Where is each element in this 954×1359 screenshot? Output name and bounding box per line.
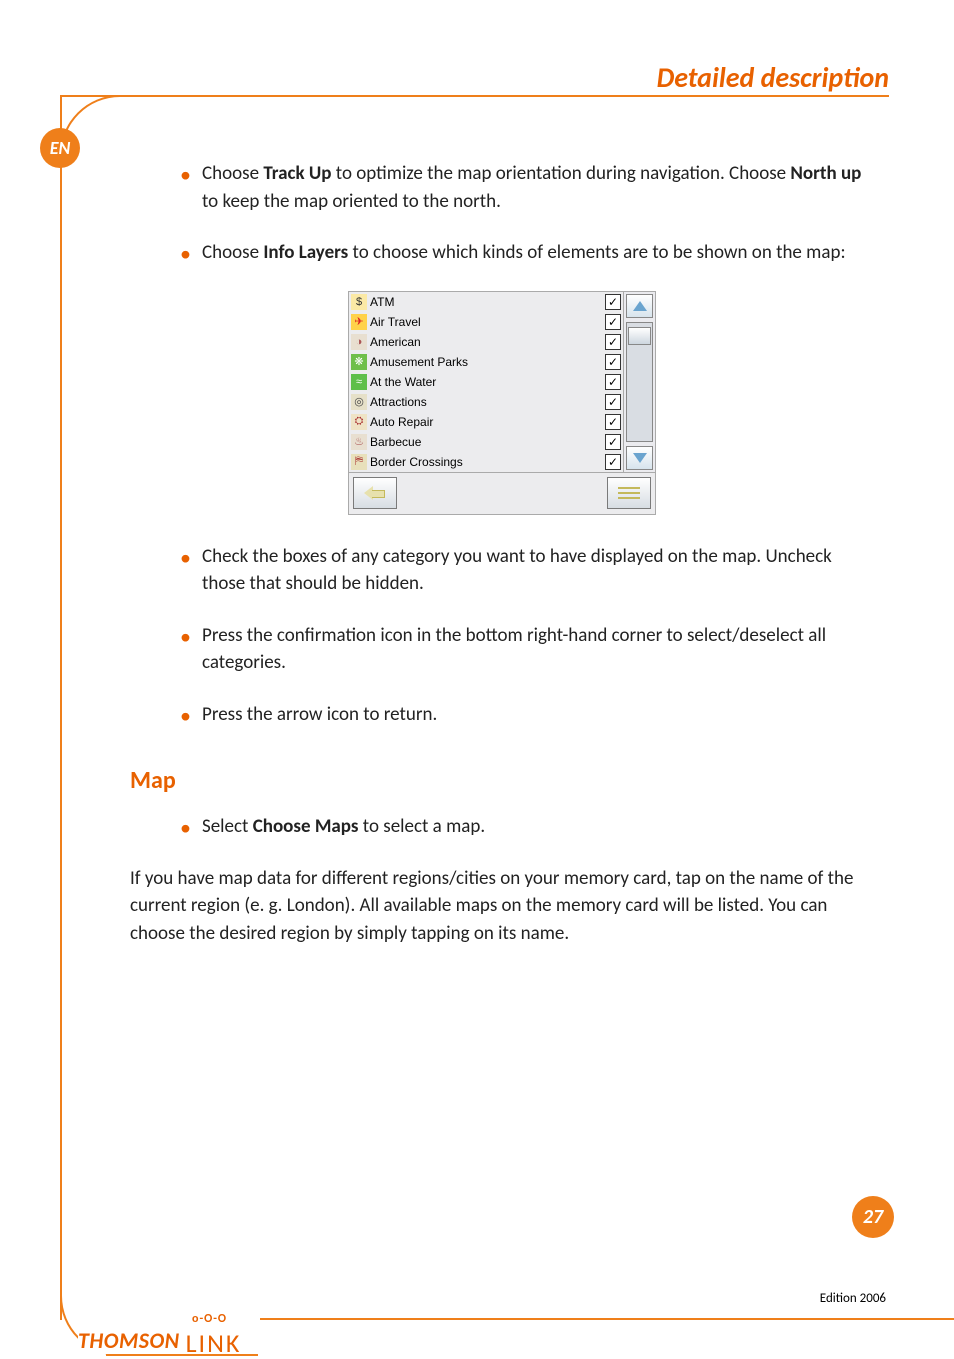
triangle-up-icon	[633, 301, 647, 311]
list-item: Choose Track Up to optimize the map orie…	[180, 160, 874, 215]
header-divider	[60, 95, 889, 97]
water-icon: ≈	[351, 374, 367, 390]
layer-row[interactable]: ≈At the Water✓	[349, 372, 623, 392]
bullet-list-mid: Check the boxes of any category you want…	[130, 543, 874, 729]
logo-suffix: LINK	[186, 1333, 242, 1354]
scrollbar	[623, 292, 655, 472]
auto-icon: ⛭	[351, 414, 367, 430]
logo-brand: THOMSON	[78, 1327, 180, 1354]
layer-label: Auto Repair	[370, 415, 605, 429]
map-heading: Map	[130, 766, 874, 795]
list-item: Press the confirmation icon in the botto…	[180, 622, 874, 677]
tbl-icon: ◑	[351, 334, 367, 350]
layer-checkbox[interactable]: ✓	[605, 294, 621, 310]
scroll-down-button[interactable]	[626, 446, 653, 470]
bbq-icon: ♨	[351, 434, 367, 450]
triangle-down-icon	[633, 453, 647, 463]
layer-label: Barbecue	[370, 435, 605, 449]
layer-row[interactable]: ♨Barbecue✓	[349, 432, 623, 452]
layer-checkbox[interactable]: ✓	[605, 354, 621, 370]
bold-text: Track Up	[263, 162, 331, 185]
text: Choose	[202, 162, 263, 185]
scroll-thumb[interactable]	[628, 327, 651, 345]
bottom-line	[260, 1318, 954, 1320]
layer-checkbox[interactable]: ✓	[605, 334, 621, 350]
layer-row[interactable]: ⛭Auto Repair✓	[349, 412, 623, 432]
layer-row[interactable]: ✈Air Travel✓	[349, 312, 623, 332]
attr-icon: ◎	[351, 394, 367, 410]
edition-text: Edition 2006	[820, 1291, 886, 1306]
brand-logo: THOMSON LINK	[78, 1327, 249, 1354]
layer-label: Border Crossings	[370, 455, 605, 469]
text: to optimize the map orientation during n…	[331, 162, 790, 185]
layer-row[interactable]: ◑American✓	[349, 332, 623, 352]
layer-row[interactable]: ❋Amusement Parks✓	[349, 352, 623, 372]
language-badge: EN	[40, 128, 80, 168]
list-item: Select Choose Maps to select a map.	[180, 813, 874, 841]
layer-label: American	[370, 335, 605, 349]
page-content: Choose Track Up to optimize the map orie…	[130, 160, 874, 948]
list-item: Press the arrow icon to return.	[180, 701, 874, 729]
layer-label: At the Water	[370, 375, 605, 389]
confirm-button[interactable]	[607, 477, 651, 509]
page-number-badge: 27	[852, 1196, 894, 1238]
device-footer	[349, 472, 655, 514]
text: Select	[202, 815, 253, 838]
text: to select a map.	[359, 815, 486, 838]
layer-checkbox[interactable]: ✓	[605, 454, 621, 470]
layer-checkbox[interactable]: ✓	[605, 314, 621, 330]
layer-label: Amusement Parks	[370, 355, 605, 369]
border-icon: ⛿	[351, 454, 367, 470]
layer-label: Attractions	[370, 395, 605, 409]
section-header: Detailed description	[657, 60, 889, 95]
back-arrow-icon	[364, 486, 386, 500]
bullet-list-map: Select Choose Maps to select a map.	[130, 813, 874, 841]
info-layers-screenshot: $ATM✓✈Air Travel✓◑American✓❋Amusement Pa…	[348, 291, 656, 515]
atm-icon: $	[351, 294, 367, 310]
text: to keep the map oriented to the north.	[202, 190, 501, 213]
list-icon	[618, 487, 640, 499]
bullet-list-top: Choose Track Up to optimize the map orie…	[130, 160, 874, 267]
side-border	[60, 95, 62, 1320]
list-item: Choose Info Layers to choose which kinds…	[180, 239, 874, 267]
layer-row[interactable]: ⛿Border Crossings✓	[349, 452, 623, 472]
park-icon: ❋	[351, 354, 367, 370]
layer-checkbox[interactable]: ✓	[605, 414, 621, 430]
bold-text: North up	[790, 162, 861, 185]
layer-checkbox[interactable]: ✓	[605, 434, 621, 450]
back-button[interactable]	[353, 477, 397, 509]
info-layers-list: $ATM✓✈Air Travel✓◑American✓❋Amusement Pa…	[349, 292, 623, 472]
list-item: Check the boxes of any category you want…	[180, 543, 874, 598]
scroll-track[interactable]	[626, 322, 653, 442]
plane-icon: ✈	[351, 314, 367, 330]
layer-row[interactable]: $ATM✓	[349, 292, 623, 312]
layer-label: ATM	[370, 295, 605, 309]
text: Choose	[202, 241, 263, 264]
logo-dots-icon: o-O-O	[192, 1312, 227, 1326]
layer-checkbox[interactable]: ✓	[605, 374, 621, 390]
text: to choose which kinds of elements are to…	[348, 241, 845, 264]
layer-row[interactable]: ◎Attractions✓	[349, 392, 623, 412]
layer-checkbox[interactable]: ✓	[605, 394, 621, 410]
layer-label: Air Travel	[370, 315, 605, 329]
bold-text: Info Layers	[263, 241, 348, 264]
scroll-up-button[interactable]	[626, 294, 653, 318]
bold-text: Choose Maps	[253, 815, 359, 838]
map-paragraph: If you have map data for different regio…	[130, 865, 874, 948]
